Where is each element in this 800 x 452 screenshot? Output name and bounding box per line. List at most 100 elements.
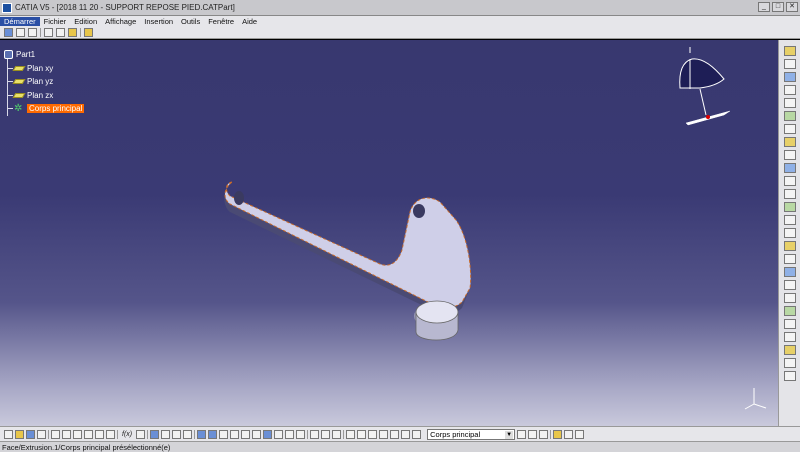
menu-fichier[interactable]: Fichier (40, 17, 71, 26)
minimize-button[interactable]: _ (758, 2, 770, 12)
chevron-down-icon: ▼ (505, 430, 514, 439)
fillet-icon[interactable] (783, 163, 796, 173)
zoom-in-icon[interactable] (230, 429, 240, 439)
copy-icon[interactable] (62, 429, 71, 439)
catalog-icon[interactable] (150, 429, 160, 439)
toolbar-separator (40, 28, 41, 37)
line-icon[interactable] (56, 28, 65, 37)
open-file-icon[interactable] (15, 429, 24, 439)
thick-surface-icon[interactable] (783, 319, 796, 329)
line-tool-icon[interactable] (321, 429, 331, 439)
sew-surface-icon[interactable] (783, 345, 796, 355)
draft-analysis-icon[interactable] (357, 429, 367, 439)
groove-icon[interactable] (783, 85, 796, 95)
cut-icon[interactable] (51, 429, 60, 439)
thickness-icon[interactable] (783, 215, 796, 225)
fit-all-icon[interactable] (197, 429, 207, 439)
boolean-icon[interactable] (783, 358, 796, 368)
menu-aide[interactable]: Aide (238, 17, 261, 26)
point-icon[interactable] (44, 28, 53, 37)
body-selector[interactable]: Corps principal ▼ (427, 428, 516, 440)
pan-icon[interactable] (208, 429, 218, 439)
menu-bar: Démarrer Fichier Edition Affichage Inser… (0, 16, 800, 27)
save-icon[interactable] (26, 429, 35, 439)
formula-icon[interactable]: f(x) (122, 431, 132, 438)
point-tool-icon[interactable] (310, 429, 320, 439)
menu-insertion[interactable]: Insertion (140, 17, 177, 26)
menu-demarrer[interactable]: Démarrer (0, 17, 40, 26)
3d-viewport[interactable]: Part1 Plan xy Plan yz Plan zx ✲ Corps pr… (0, 40, 778, 426)
loft-icon[interactable] (783, 150, 796, 160)
sketch-settings-icon[interactable] (28, 28, 37, 37)
normal-view-icon[interactable] (252, 429, 262, 439)
plane-tool-icon[interactable] (68, 28, 77, 37)
swap-icon[interactable] (183, 429, 193, 439)
draft-icon[interactable] (783, 189, 796, 199)
rotate-view-icon[interactable] (219, 429, 229, 439)
window-controls: _ □ ✕ (758, 2, 798, 12)
pocket-icon[interactable] (783, 59, 796, 69)
hide-icon[interactable] (285, 429, 295, 439)
apply-material-icon[interactable] (390, 429, 400, 439)
sketch-plane-icon[interactable] (4, 28, 13, 37)
rib-icon[interactable] (783, 111, 796, 121)
swap-space-icon[interactable] (296, 429, 306, 439)
right-toolbar (778, 40, 800, 426)
stiffener-icon[interactable] (783, 137, 796, 147)
split-icon[interactable] (783, 306, 796, 316)
pad-icon[interactable] (783, 46, 796, 56)
menu-affichage[interactable]: Affichage (101, 17, 140, 26)
comment-icon[interactable] (136, 429, 146, 439)
thread-icon[interactable] (783, 228, 796, 238)
body-tools-icon[interactable] (539, 429, 549, 439)
analysis-icon[interactable] (346, 429, 356, 439)
scan-icon[interactable] (401, 429, 411, 439)
close-button[interactable]: ✕ (786, 2, 798, 12)
close-surface-icon[interactable] (783, 332, 796, 342)
table-icon[interactable] (161, 429, 171, 439)
print-icon[interactable] (37, 429, 46, 439)
translate-icon[interactable] (783, 241, 796, 251)
search-icon[interactable] (564, 429, 574, 439)
paste-icon[interactable] (73, 429, 82, 439)
toolbar-separator (80, 28, 81, 37)
hide-show-icon[interactable] (172, 429, 182, 439)
body-tool-icon[interactable] (84, 28, 93, 37)
shading-icon[interactable] (274, 429, 284, 439)
toolbar-separator (343, 429, 345, 439)
shaft-icon[interactable] (783, 72, 796, 82)
bottom-toolbar: f(x) Corps principal ▼ (0, 426, 800, 441)
boss-top-face (415, 300, 459, 324)
curvature-icon[interactable] (368, 429, 378, 439)
thread-analysis-icon[interactable] (379, 429, 389, 439)
plane-tool-bottom-icon[interactable] (332, 429, 342, 439)
help-icon[interactable] (106, 429, 115, 439)
menu-outils[interactable]: Outils (177, 17, 204, 26)
maximize-button[interactable]: □ (772, 2, 784, 12)
menu-fenetre[interactable]: Fenêtre (204, 17, 238, 26)
update-icon[interactable] (575, 429, 585, 439)
publication-icon[interactable] (553, 429, 563, 439)
mirror-icon[interactable] (783, 267, 796, 277)
chamfer-icon[interactable] (783, 176, 796, 186)
redo-icon[interactable] (95, 429, 104, 439)
menu-edition[interactable]: Edition (70, 17, 101, 26)
shell-icon[interactable] (783, 202, 796, 212)
hole-icon[interactable] (783, 98, 796, 108)
window-title: CATIA V5 - [2018 11 20 - SUPPORT REPOSE … (15, 3, 235, 12)
insert-body-icon[interactable] (517, 429, 527, 439)
undo-icon[interactable] (84, 429, 93, 439)
pattern-icon[interactable] (783, 280, 796, 290)
part-model[interactable] (0, 40, 778, 426)
zoom-out-icon[interactable] (241, 429, 251, 439)
body-properties-icon[interactable] (528, 429, 538, 439)
new-file-icon[interactable] (4, 429, 13, 439)
scaling-icon[interactable] (783, 293, 796, 303)
iso-view-icon[interactable] (263, 429, 273, 439)
define-body-icon[interactable] (412, 429, 422, 439)
sketch-curve-icon[interactable] (16, 28, 25, 37)
left-hole (234, 191, 244, 205)
measure-icon[interactable] (783, 371, 796, 381)
rotate-icon[interactable] (783, 254, 796, 264)
slot-icon[interactable] (783, 124, 796, 134)
